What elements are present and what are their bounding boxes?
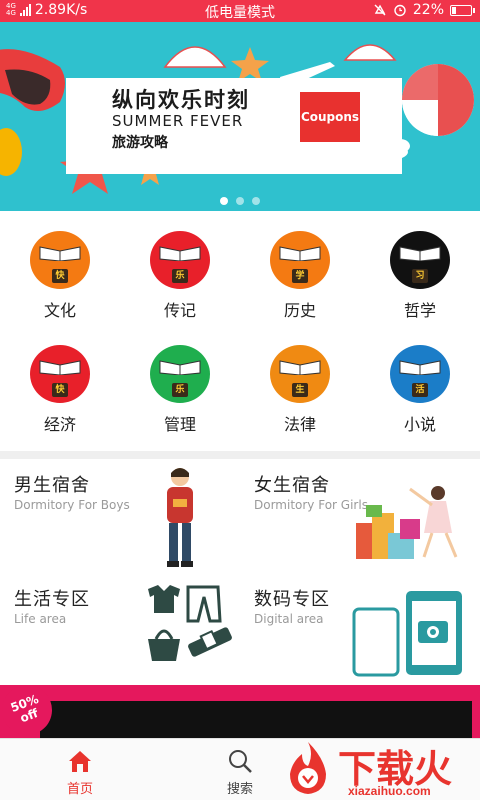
carousel-dot[interactable] — [220, 197, 228, 205]
alarm-icon — [394, 4, 406, 17]
category-label: 经济 — [43, 415, 76, 434]
area-section: 男生宿舍 Dormitory For Boys 女生宿舍 Dormitory F… — [0, 459, 480, 685]
battery-fill — [452, 6, 456, 14]
category-label: 历史 — [283, 301, 316, 320]
category-item[interactable]: 快文化 — [0, 211, 120, 321]
carousel-dots[interactable] — [0, 197, 480, 205]
flame-logo-icon — [290, 742, 326, 794]
tab-home-label: 首页 — [66, 782, 93, 797]
category-item[interactable]: 乐管理 — [120, 325, 240, 435]
carousel-dot[interactable] — [252, 197, 260, 205]
status-right: 22% — [373, 2, 475, 18]
promo-strip[interactable]: 50% off — [0, 685, 480, 738]
boys-dorm-subtitle: Dormitory For Boys — [14, 498, 130, 512]
category-label: 文化 — [43, 301, 76, 320]
category-grid: 快文化乐传记学历史习哲学快经济乐管理生法律活小说 — [0, 211, 480, 451]
banner-subtitle: SUMMER FEVER — [112, 112, 244, 130]
mute-icon — [374, 4, 386, 16]
category-label: 传记 — [163, 301, 196, 320]
coupons-badge: Coupons — [300, 92, 360, 142]
watermark: 下载火 xiazaihuo.com — [276, 736, 476, 800]
category-book-icon: 快 — [30, 231, 90, 289]
umbrella-icon — [402, 64, 474, 136]
category-item[interactable]: 学历史 — [240, 211, 360, 321]
category-tag: 快 — [52, 383, 68, 397]
tab-search-label: 搜索 — [226, 782, 253, 797]
flip-flop-icon — [0, 128, 22, 176]
category-label: 法律 — [283, 415, 316, 434]
category-tag: 学 — [292, 269, 308, 283]
category-book-icon: 乐 — [150, 231, 210, 289]
category-label: 管理 — [163, 415, 196, 434]
category-book-icon: 乐 — [150, 345, 210, 403]
category-tag: 习 — [412, 269, 428, 283]
section-divider — [0, 451, 480, 459]
category-tag: 活 — [412, 383, 428, 397]
gifts-illustration — [356, 486, 458, 559]
category-tag: 乐 — [172, 269, 188, 283]
category-item[interactable]: 生法律 — [240, 325, 360, 435]
banner-guide: 旅游攻略 — [112, 135, 168, 151]
category-label: 小说 — [403, 415, 436, 434]
category-item[interactable]: 快经济 — [0, 325, 120, 435]
category-tag: 乐 — [172, 383, 188, 397]
category-item[interactable]: 乐传记 — [120, 211, 240, 321]
category-book-icon: 生 — [270, 345, 330, 403]
boy-illustration — [167, 468, 193, 567]
home-icon — [69, 751, 91, 772]
tab-home[interactable]: 首页 — [20, 739, 140, 800]
promo-ad — [40, 701, 472, 738]
category-book-icon: 习 — [390, 231, 450, 289]
promo-banner[interactable]: 纵向欢乐时刻 SUMMER FEVER 旅游攻略 Coupons — [0, 22, 480, 211]
category-book-icon: 学 — [270, 231, 330, 289]
boys-dorm-card[interactable]: 男生宿舍 Dormitory For Boys — [14, 471, 240, 581]
status-bar: 4G 4G 2.89K/s 低电量模式 22% — [0, 0, 480, 22]
category-label: 哲学 — [403, 301, 436, 320]
category-tag: 快 — [52, 269, 68, 283]
banner-title: 纵向欢乐时刻 — [112, 88, 250, 112]
devices-illustration — [352, 591, 462, 677]
category-item[interactable]: 活小说 — [360, 325, 480, 435]
clothing-illustration — [148, 585, 232, 661]
watermark-url: xiazaihuo.com — [348, 784, 431, 798]
search-icon — [229, 750, 252, 773]
category-book-icon: 活 — [390, 345, 450, 403]
boys-dorm-title: 男生宿舍 — [14, 475, 90, 496]
sunglasses-icon — [0, 49, 65, 111]
category-item[interactable]: 习哲学 — [360, 211, 480, 321]
category-book-icon: 快 — [30, 345, 90, 403]
battery-icon — [450, 4, 475, 16]
battery-percent: 22% — [412, 2, 444, 18]
category-tag: 生 — [292, 383, 308, 397]
carousel-dot[interactable] — [236, 197, 244, 205]
discount-off: off — [18, 705, 40, 726]
